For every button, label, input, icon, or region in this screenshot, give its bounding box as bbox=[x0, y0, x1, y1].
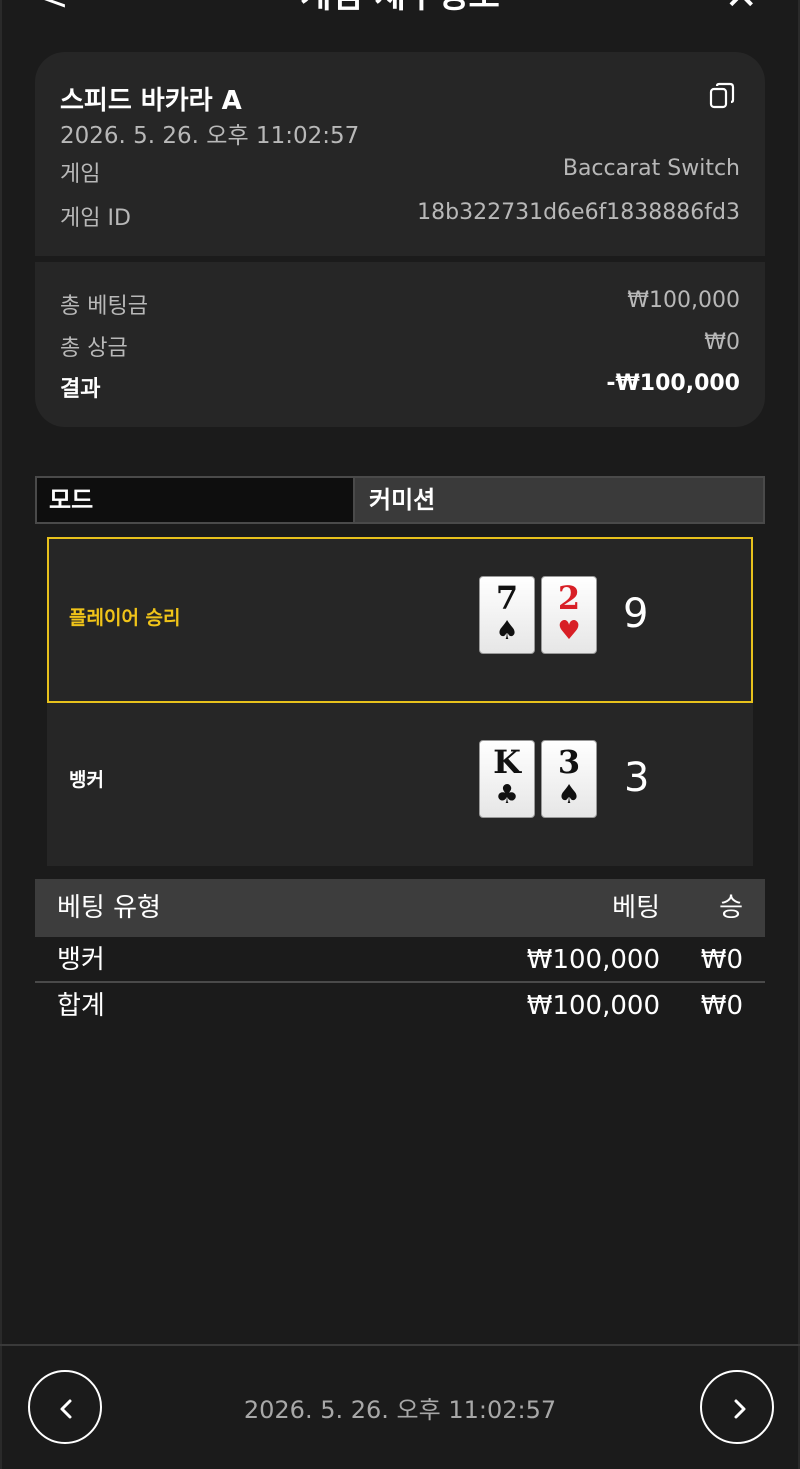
game-id-value: 18b322731d6e6f1838886fd3 bbox=[417, 200, 740, 225]
banker-card-1: K ♣ bbox=[479, 740, 535, 818]
player-card-2: 2 ♥ bbox=[541, 576, 597, 654]
total-bet-label: 총 베팅금 bbox=[60, 294, 148, 319]
banker-label: 뱅커 bbox=[69, 769, 104, 791]
row-bet-type: 뱅커 bbox=[57, 945, 105, 975]
result-value: -₩100,000 bbox=[606, 371, 740, 396]
total-bet-value: ₩100,000 bbox=[627, 288, 740, 313]
header-bet: 베팅 bbox=[612, 893, 660, 923]
heart-icon: ♥ bbox=[557, 616, 581, 646]
result-label: 결과 bbox=[60, 377, 101, 402]
game-value: Baccarat Switch bbox=[562, 156, 740, 181]
close-icon[interactable]: ✕ bbox=[724, 0, 758, 18]
spade-icon: ♠ bbox=[557, 780, 581, 810]
round-datetime: 2026. 5. 26. 오후 11:02:57 bbox=[60, 123, 360, 149]
game-id-label: 게임 ID bbox=[60, 206, 131, 231]
round-result: 플레이어 승리 7 ♠ 2 ♥ 9 뱅커 K ♣ 3 ♠ 3 bbox=[47, 537, 753, 866]
chevron-right-icon bbox=[734, 1399, 746, 1419]
frame-left-edge bbox=[0, 0, 2, 1469]
row-bet-amount: ₩100,000 bbox=[526, 945, 660, 975]
mode-value: 커미션 bbox=[355, 478, 763, 522]
header-bet-type: 베팅 유형 bbox=[57, 893, 161, 923]
player-card-1: 7 ♠ bbox=[479, 576, 535, 654]
header-win: 승 bbox=[719, 893, 743, 923]
page-header: < 게임 세부정보 ✕ bbox=[0, 0, 800, 20]
row-bet-type: 합계 bbox=[57, 991, 105, 1021]
card-rank: 3 bbox=[557, 743, 581, 781]
bet-table: 베팅 유형 베팅 승 뱅커 ₩100,000 ₩0 합계 ₩100,000 ₩0 bbox=[35, 879, 765, 1029]
spade-icon: ♠ bbox=[495, 616, 519, 646]
banker-score: 3 bbox=[624, 755, 650, 801]
bet-table-header: 베팅 유형 베팅 승 bbox=[35, 879, 765, 937]
player-score: 9 bbox=[623, 591, 649, 637]
banker-card-2: 3 ♠ bbox=[541, 740, 597, 818]
row-win-amount: ₩0 bbox=[700, 991, 743, 1021]
row-bet-amount: ₩100,000 bbox=[526, 991, 660, 1021]
card-rank: 7 bbox=[495, 579, 519, 617]
mode-bar: 모드 커미션 bbox=[35, 476, 765, 524]
copy-icon[interactable] bbox=[709, 82, 735, 110]
page-title: 게임 세부정보 bbox=[0, 0, 800, 18]
card-rank: 2 bbox=[557, 579, 581, 617]
card-divider bbox=[35, 256, 765, 262]
table-row-total: 합계 ₩100,000 ₩0 bbox=[35, 983, 765, 1029]
footer-datetime: 2026. 5. 26. 오후 11:02:57 bbox=[243, 1396, 557, 1424]
player-outcome-label: 플레이어 승리 bbox=[69, 607, 181, 629]
total-win-value: ₩0 bbox=[704, 330, 740, 355]
footer-divider bbox=[0, 1344, 800, 1346]
club-icon: ♣ bbox=[495, 780, 519, 810]
game-name: 스피드 바카라 A bbox=[60, 86, 242, 116]
total-win-label: 총 상금 bbox=[60, 336, 128, 361]
mode-label: 모드 bbox=[37, 478, 355, 522]
row-win-amount: ₩0 bbox=[700, 945, 743, 975]
card-rank: K bbox=[493, 743, 521, 781]
next-round-button[interactable] bbox=[700, 1370, 774, 1444]
table-row: 뱅커 ₩100,000 ₩0 bbox=[35, 937, 765, 983]
game-label: 게임 bbox=[60, 162, 101, 187]
round-info-card: 스피드 바카라 A 2026. 5. 26. 오후 11:02:57 게임 Ba… bbox=[35, 52, 765, 427]
